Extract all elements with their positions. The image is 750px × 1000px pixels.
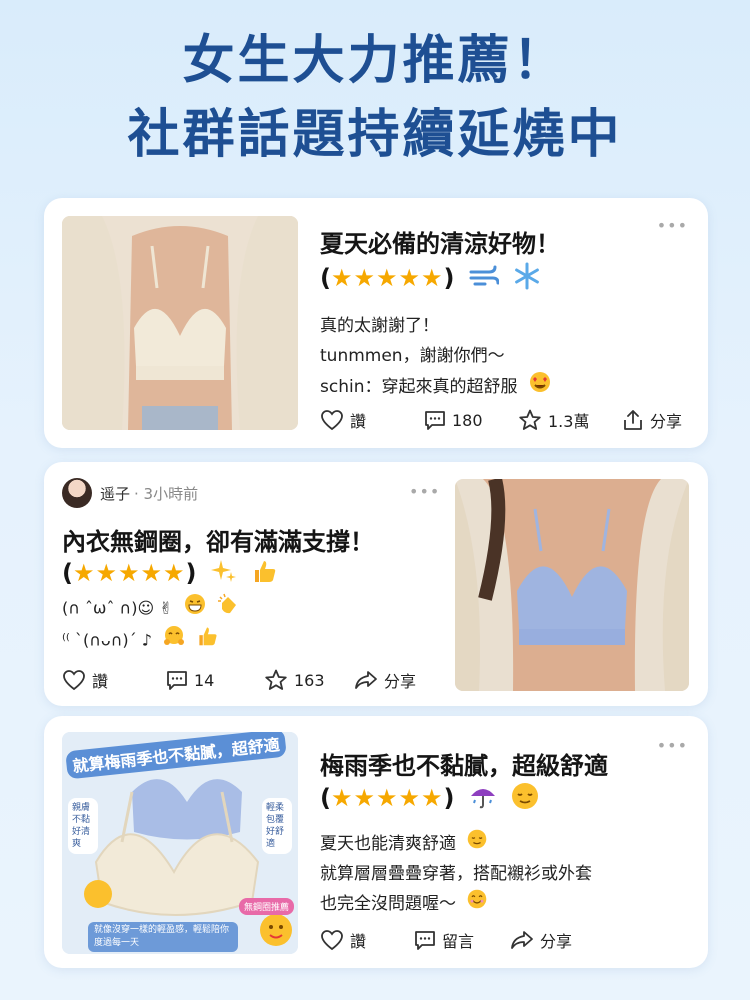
heart-icon xyxy=(321,930,343,951)
relieved-emoji-icon xyxy=(511,782,539,816)
star-outline-icon xyxy=(265,669,287,690)
share-icon xyxy=(624,410,642,430)
grin-sweat-emoji-icon xyxy=(184,593,206,625)
thumbs-up-icon xyxy=(251,558,277,590)
relieved-emoji-icon xyxy=(467,829,487,859)
smile-emoji-icon xyxy=(467,889,487,919)
comment-button[interactable]: 180 xyxy=(424,409,518,431)
product-photo-cream xyxy=(62,216,298,430)
heart-eyes-emoji-icon xyxy=(529,371,551,403)
rating-row: (★★★★★) xyxy=(320,782,539,816)
thumbs-up-icon xyxy=(196,625,218,657)
like-label: 讚 xyxy=(350,412,367,431)
action-bar: 讚 180 1.3萬 分享 xyxy=(320,408,682,432)
rating-stars: ★★★★★ xyxy=(330,264,444,292)
share-button[interactable]: 分享 xyxy=(510,928,572,952)
username[interactable]: 遥子 xyxy=(100,483,130,504)
star-count: 163 xyxy=(294,670,325,690)
body-line: 夏天也能清爽舒適 xyxy=(320,834,456,854)
share-arrow-icon xyxy=(511,931,533,949)
hugging-emoji-icon xyxy=(163,625,185,657)
share-label: 分享 xyxy=(540,932,573,951)
action-bar: 讚 留言 分享 xyxy=(320,928,572,952)
recommend-badge: 無鋼圈推薦 xyxy=(238,898,294,915)
headline-line1: 女生大力推薦！ xyxy=(182,31,568,91)
post-time: · 3小時前 xyxy=(134,484,199,503)
kaomoji-line: (∩ ˆωˆ ∩)☺ ✌ xyxy=(62,598,173,618)
body-line: 真的太謝謝了！ xyxy=(320,316,439,336)
umbrella-rain-icon xyxy=(469,782,497,816)
heart-icon xyxy=(63,670,85,691)
body-line: 也完全沒問題喔～ xyxy=(320,894,456,914)
action-bar: 讚 14 163 分享 xyxy=(62,668,416,692)
sparkles-icon xyxy=(210,558,237,590)
post-card-2: 遥子 · 3小時前 ••• 內衣無鋼圈，卻有滿滿支撐！ (★★★★★) (∩ ˆ… xyxy=(44,462,708,706)
side-caption-left: 親膚不黏好清爽 xyxy=(68,798,98,854)
like-button[interactable]: 讚 xyxy=(320,928,414,952)
star-button[interactable]: 163 xyxy=(264,669,354,691)
comment-icon xyxy=(167,671,187,690)
rating-stars: ★★★★★ xyxy=(330,784,444,812)
comment-count: 14 xyxy=(194,670,215,690)
headline-line2: 社群話題持續延燒中 xyxy=(127,105,623,165)
comment-icon xyxy=(425,411,445,430)
heart-icon xyxy=(321,410,343,431)
star-outline-icon xyxy=(519,409,541,430)
rating-row: (★★★★★) xyxy=(62,558,277,590)
share-button[interactable]: 分享 xyxy=(354,668,416,692)
like-button[interactable]: 讚 xyxy=(62,668,166,692)
like-label: 讚 xyxy=(92,672,109,691)
post-title: 內衣無鋼圈，卻有滿滿支撐！ xyxy=(62,528,374,556)
bottom-caption: 就像沒穿一樣的輕盈感，輕鬆陪你度過每一天 xyxy=(88,922,238,952)
rating-stars: ★★★★★ xyxy=(72,559,186,587)
post-title: 夏天必備的清涼好物！ xyxy=(320,230,560,258)
product-photo-blue xyxy=(455,479,689,691)
post-body: 夏天也能清爽舒適 就算層層疊疊穿著，搭配襯衫或外套 也完全沒問題喔～ xyxy=(320,829,592,919)
kaomoji-block: (∩ ˆωˆ ∩)☺ ✌ ⁽⁽ ˋ(∩ᴗ∩)ˊ ♪ xyxy=(62,593,239,657)
clap-icon xyxy=(217,593,239,625)
share-arrow-icon xyxy=(355,671,377,689)
post-body: 真的太謝謝了！ tunmmen，謝謝你們～ schin：穿起來真的超舒服 xyxy=(320,311,551,403)
comment-label: 留言 xyxy=(442,932,475,951)
post-author[interactable]: 遥子 · 3小時前 xyxy=(62,478,198,508)
share-label: 分享 xyxy=(650,412,683,431)
comment-button[interactable]: 留言 xyxy=(414,928,510,952)
headline: 女生大力推薦！ 社群話題持續延燒中 xyxy=(0,24,750,172)
star-button[interactable]: 1.3萬 xyxy=(518,408,622,432)
product-collage: 就算梅雨季也不黏膩，超舒適 親膚不黏好清爽 輕柔包覆好舒適 無鋼圈推薦 就像沒穿… xyxy=(62,732,298,954)
body-line: schin：穿起來真的超舒服 xyxy=(320,377,518,397)
post-card-3: 就算梅雨季也不黏膩，超舒適 親膚不黏好清爽 輕柔包覆好舒適 無鋼圈推薦 就像沒穿… xyxy=(44,716,708,968)
share-label: 分享 xyxy=(384,672,417,691)
post-card-1: ••• 夏天必備的清涼好物！ (★★★★★) 真的太謝謝了！ tunmmen，謝… xyxy=(44,198,708,448)
more-dots-icon[interactable]: ••• xyxy=(657,738,688,754)
side-caption-right: 輕柔包覆好舒適 xyxy=(262,798,292,854)
comment-button[interactable]: 14 xyxy=(166,669,264,691)
body-line: tunmmen，謝謝你們～ xyxy=(320,346,505,366)
comment-icon xyxy=(415,931,435,950)
kaomoji-line: ⁽⁽ ˋ(∩ᴗ∩)ˊ ♪ xyxy=(62,630,152,650)
post-title: 梅雨季也不黏膩，超級舒適 xyxy=(320,752,608,780)
rating-row: (★★★★★) xyxy=(320,262,541,296)
like-button[interactable]: 讚 xyxy=(320,408,424,432)
share-button[interactable]: 分享 xyxy=(622,408,682,432)
star-count: 1.3萬 xyxy=(548,412,590,431)
wind-icon xyxy=(469,263,500,295)
avatar[interactable] xyxy=(62,478,92,508)
snowflake-icon xyxy=(513,262,541,296)
body-line: 就算層層疊疊穿著，搭配襯衫或外套 xyxy=(320,864,592,884)
more-dots-icon[interactable]: ••• xyxy=(409,484,440,500)
like-label: 讚 xyxy=(350,932,367,951)
more-dots-icon[interactable]: ••• xyxy=(657,218,688,234)
comment-count: 180 xyxy=(452,410,483,430)
